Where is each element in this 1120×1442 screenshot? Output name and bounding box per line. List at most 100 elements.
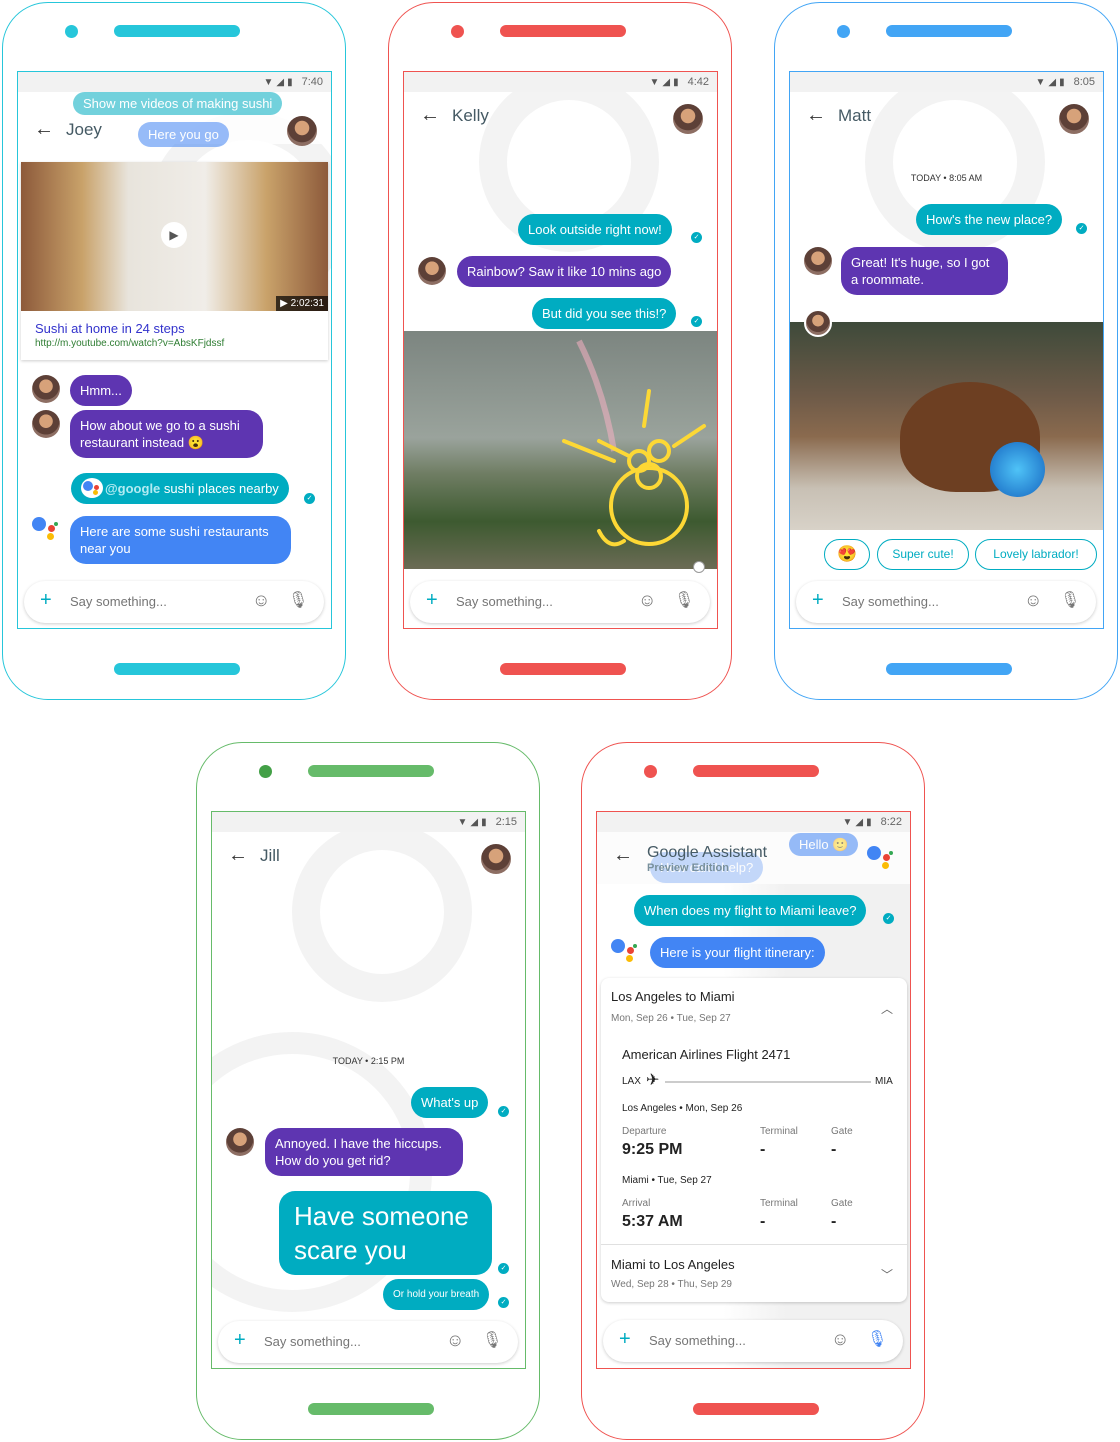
message-input[interactable] bbox=[649, 1333, 809, 1348]
google-assistant-icon bbox=[81, 478, 103, 498]
speaker bbox=[114, 25, 240, 37]
message: Rainbow? Saw it like 10 mins ago bbox=[457, 256, 672, 287]
wifi-signal-battery-icon: ▼◢▮ bbox=[842, 817, 875, 828]
departure-place: Los Angeles • Mon, Sep 26 bbox=[622, 1103, 743, 1114]
play-icon[interactable]: ▶ bbox=[161, 222, 187, 248]
clock: 7:40 bbox=[301, 76, 323, 88]
plus-icon[interactable]: + bbox=[234, 1329, 246, 1352]
message-input-bar: + ☺ 🎙 bbox=[24, 581, 324, 623]
blue-ball bbox=[990, 442, 1045, 497]
wifi-signal-battery-icon: ▼◢▮ bbox=[457, 817, 490, 828]
avatar[interactable] bbox=[673, 104, 703, 134]
phone-kelly: ▼◢▮ 4:42 ← Kelly Look outside right now! … bbox=[388, 2, 732, 700]
avatar[interactable] bbox=[481, 844, 511, 874]
outbound-route[interactable]: Los Angeles to Miami bbox=[611, 989, 735, 1004]
google-assistant-icon bbox=[867, 846, 897, 872]
smart-reply[interactable]: Lovely labrador! bbox=[975, 539, 1097, 570]
speaker bbox=[308, 765, 434, 777]
divider bbox=[601, 1244, 907, 1245]
message: But did you see this!? bbox=[532, 298, 677, 329]
back-arrow-icon[interactable]: ← bbox=[34, 118, 54, 141]
smart-reply-emoji[interactable]: 😍 bbox=[824, 539, 870, 570]
phone-matt: ▼◢▮ 8:05 ← Matt TODAY • 8:05 AM How's the… bbox=[774, 2, 1118, 700]
emoji-icon[interactable]: ☺ bbox=[446, 1330, 464, 1351]
back-arrow-icon[interactable]: ← bbox=[228, 844, 248, 867]
contact-name: Jill bbox=[260, 846, 280, 865]
google-assistant-icon bbox=[32, 517, 62, 543]
message: How about we go to a sushi restaurant in… bbox=[70, 410, 263, 458]
camera-dot bbox=[259, 765, 272, 778]
arrival-label: Arrival bbox=[622, 1198, 651, 1209]
smart-reply[interactable]: Super cute! bbox=[877, 539, 969, 570]
back-arrow-icon[interactable]: ← bbox=[806, 104, 826, 127]
clock: 4:42 bbox=[687, 76, 709, 88]
read-check-icon: ✓ bbox=[883, 913, 894, 924]
avatar[interactable] bbox=[1059, 104, 1089, 134]
mic-icon[interactable]: 🎙 bbox=[1060, 590, 1080, 610]
return-route[interactable]: Miami to Los Angeles bbox=[611, 1257, 735, 1272]
message-input[interactable] bbox=[70, 594, 230, 609]
back-arrow-icon[interactable]: ← bbox=[420, 104, 440, 127]
mic-icon[interactable]: 🎙 bbox=[674, 590, 694, 610]
home-bar bbox=[500, 663, 626, 675]
camera-dot bbox=[451, 25, 464, 38]
timestamp: TODAY • 8:05 AM bbox=[910, 173, 983, 183]
plus-icon[interactable]: + bbox=[619, 1328, 631, 1351]
assistant-subtitle: Preview Edition bbox=[647, 862, 729, 874]
message-input[interactable] bbox=[456, 594, 616, 609]
plus-icon[interactable]: + bbox=[812, 589, 824, 612]
mic-icon[interactable]: 🎙 bbox=[482, 1330, 502, 1350]
emoji-icon[interactable]: ☺ bbox=[1024, 590, 1042, 611]
video-card[interactable]: ▶ ▶ 2:02:31 Sushi at home in 24 steps ht… bbox=[21, 162, 328, 360]
contact-name: Matt bbox=[838, 106, 872, 125]
emoji-icon[interactable]: ☺ bbox=[831, 1329, 849, 1350]
message-input[interactable] bbox=[842, 594, 1002, 609]
rainbow-photo-with-doodle[interactable] bbox=[404, 331, 717, 573]
video-title[interactable]: Sushi at home in 24 steps bbox=[35, 321, 185, 336]
mic-icon[interactable]: 🎙 bbox=[867, 1329, 887, 1349]
status-bar: ▼◢▮ 8:22 bbox=[597, 812, 910, 832]
read-check-icon: ✓ bbox=[498, 1106, 509, 1117]
back-arrow-icon[interactable]: ← bbox=[613, 844, 633, 867]
contact-name: Joey bbox=[66, 120, 102, 139]
message-text: sushi places nearby bbox=[160, 481, 279, 496]
chat-screen: ▼◢▮ 4:42 ← Kelly Look outside right now! … bbox=[403, 71, 718, 629]
emoji-icon[interactable]: ☺ bbox=[252, 590, 270, 611]
plane-icon: ✈ bbox=[646, 1072, 660, 1089]
clock: 8:05 bbox=[1073, 76, 1095, 88]
message-input[interactable] bbox=[264, 1334, 424, 1349]
doodle-drawing bbox=[562, 339, 706, 547]
mic-icon[interactable]: 🎙 bbox=[288, 590, 308, 610]
plus-icon[interactable]: + bbox=[40, 589, 52, 612]
clock-icon bbox=[693, 561, 705, 573]
ghost-message: Show me videos of making sushi bbox=[73, 92, 283, 115]
departure-time: 9:25 PM bbox=[622, 1141, 683, 1158]
message: Great! It's huge, so I got a roommate. bbox=[841, 247, 1008, 295]
chat-screen: ▼◢▮ 8:22 How can I help? ← Google Assista… bbox=[596, 811, 911, 1369]
chevron-up-icon[interactable]: ︿ bbox=[881, 1000, 893, 1017]
avatar bbox=[418, 257, 446, 285]
message: Look outside right now! bbox=[518, 214, 672, 245]
terminal-label: Terminal bbox=[760, 1126, 798, 1137]
plus-icon[interactable]: + bbox=[426, 589, 438, 612]
chevron-down-icon[interactable]: ﹀ bbox=[881, 1266, 893, 1283]
assistant-message: Here are some sushi restaurants near you bbox=[70, 516, 291, 564]
avatar[interactable] bbox=[287, 116, 317, 146]
read-check-icon: ✓ bbox=[1076, 223, 1087, 234]
assistant-title: Google Assistant bbox=[647, 844, 768, 861]
message-input-bar: + ☺ 🎙 bbox=[796, 581, 1096, 623]
avatar bbox=[226, 1128, 254, 1156]
chat-header: ← Matt bbox=[790, 92, 1103, 144]
destination-code: MIA bbox=[875, 1076, 893, 1087]
google-assistant-icon bbox=[611, 939, 641, 965]
chat-header: How can I help? ← Google Assistant Previ… bbox=[597, 832, 910, 884]
clock: 8:22 bbox=[880, 816, 902, 828]
emoji-icon[interactable]: ☺ bbox=[638, 590, 656, 611]
video-url[interactable]: http://m.youtube.com/watch?v=AbsKFjdssf bbox=[35, 338, 224, 349]
read-check-icon: ✓ bbox=[691, 232, 702, 243]
puppy-photo[interactable] bbox=[790, 322, 1103, 530]
read-check-icon: ✓ bbox=[498, 1263, 509, 1274]
wifi-signal-battery-icon: ▼◢▮ bbox=[263, 77, 296, 88]
video-thumbnail[interactable]: ▶ ▶ 2:02:31 bbox=[21, 162, 328, 311]
arrival-terminal: - bbox=[760, 1213, 766, 1230]
